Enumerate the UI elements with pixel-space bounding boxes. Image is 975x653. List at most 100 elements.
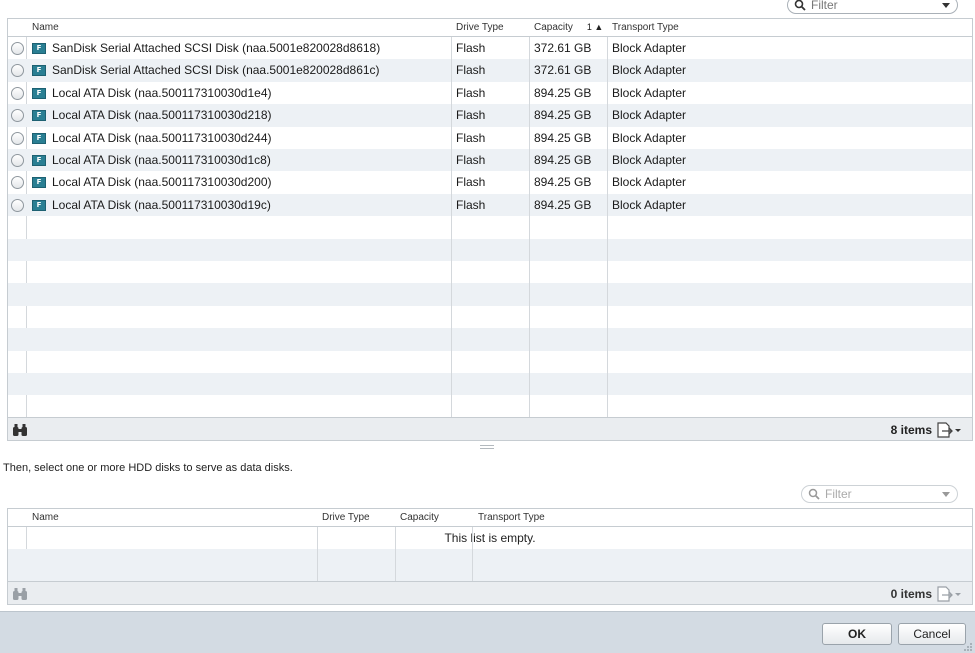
flash-filter-input[interactable]: Filter xyxy=(787,0,958,14)
table-row[interactable]: F SanDisk Serial Attached SCSI Disk (naa… xyxy=(8,59,972,82)
transport-type: Block Adapter xyxy=(612,63,687,78)
disk-name: Local ATA Disk (naa.500117310030d19c) xyxy=(52,197,271,212)
drive-type: Flash xyxy=(456,41,486,55)
table-row[interactable]: F Local ATA Disk (naa.500117310030d19c) … xyxy=(8,193,972,217)
table-row[interactable]: F Local ATA Disk (naa.500117310030d1e4) … xyxy=(8,82,972,104)
capacity: 894.25 GB xyxy=(534,197,592,212)
resize-grip-icon[interactable] xyxy=(963,641,973,651)
item-count: 8 items xyxy=(890,423,932,437)
hdd-instruction-text: Then, select one or more HDD disks to se… xyxy=(3,462,293,474)
filter-placeholder: Filter xyxy=(825,487,852,501)
drive-type: Flash xyxy=(456,175,486,190)
row-radio-button[interactable] xyxy=(11,86,24,100)
grid-footer: 8 items xyxy=(8,417,972,440)
row-radio-button[interactable] xyxy=(11,154,24,167)
ok-button[interactable]: OK xyxy=(822,623,892,645)
empty-list-message: This list is empty. xyxy=(444,531,536,545)
capacity: 894.25 GB xyxy=(534,175,592,190)
pane-splitter[interactable] xyxy=(480,445,494,449)
capacity: 894.25 GB xyxy=(534,130,592,145)
disk-name: Local ATA Disk (naa.500117310030d1e4) xyxy=(52,85,272,100)
table-row[interactable]: F Local ATA Disk (naa.500117310030d218) … xyxy=(8,104,972,127)
transport-type: Block Adapter xyxy=(612,85,687,100)
filter-placeholder: Filter xyxy=(811,0,838,12)
flash-disk-grid: Name Drive Type Capacity 1 ▲ Transport Ty… xyxy=(7,18,973,441)
flash-disk-icon: F xyxy=(32,65,46,77)
sort-ascending-indicator: 1 ▲ xyxy=(586,22,604,32)
binoculars-icon[interactable] xyxy=(12,587,28,601)
export-icon[interactable] xyxy=(936,422,962,438)
search-icon xyxy=(808,488,822,500)
column-header-transport-type[interactable]: Transport Type xyxy=(608,19,908,36)
flash-disk-icon: F xyxy=(32,177,46,189)
drive-type: Flash xyxy=(456,108,486,123)
empty-row xyxy=(8,283,972,306)
grid-footer: 0 items xyxy=(8,581,972,604)
flash-disk-icon: F xyxy=(32,43,46,54)
drive-type: Flash xyxy=(456,63,486,78)
column-header-drive-type[interactable]: Drive Type xyxy=(452,19,528,36)
capacity: 894.25 GB xyxy=(534,85,592,100)
binoculars-icon[interactable] xyxy=(12,423,28,437)
row-radio-button[interactable] xyxy=(11,42,24,55)
table-row[interactable]: F Local ATA Disk (naa.500117310030d200) … xyxy=(8,171,972,193)
drive-type: Flash xyxy=(456,153,486,167)
drive-type: Flash xyxy=(456,130,486,145)
disk-name: Local ATA Disk (naa.500117310030d218) xyxy=(52,108,272,123)
empty-row xyxy=(8,328,972,351)
transport-type: Block Adapter xyxy=(612,108,687,123)
flash-disk-icon: F xyxy=(32,155,46,166)
export-icon[interactable] xyxy=(936,586,962,602)
table-row[interactable]: F Local ATA Disk (naa.500117310030d244) … xyxy=(8,127,972,149)
chevron-down-icon[interactable] xyxy=(941,1,951,9)
transport-type: Block Adapter xyxy=(612,197,687,212)
table-row[interactable]: F SanDisk Serial Attached SCSI Disk (naa… xyxy=(8,37,972,59)
column-header-capacity[interactable]: Capacity xyxy=(396,509,472,526)
search-icon xyxy=(794,0,808,11)
row-radio-button[interactable] xyxy=(11,131,24,145)
empty-row xyxy=(8,306,972,328)
disk-name: Local ATA Disk (naa.500117310030d200) xyxy=(52,175,272,190)
capacity: 894.25 GB xyxy=(534,108,592,123)
row-radio-button[interactable] xyxy=(11,64,24,78)
column-header-name[interactable]: Name xyxy=(28,19,448,36)
capacity: 894.25 GB xyxy=(534,153,592,167)
hdd-disk-grid: Name Drive Type Capacity Transport Type … xyxy=(7,508,973,605)
transport-type: Block Adapter xyxy=(612,175,687,190)
flash-disk-icon: F xyxy=(32,110,46,122)
transport-type: Block Adapter xyxy=(612,41,687,55)
disk-name: Local ATA Disk (naa.500117310030d244) xyxy=(52,130,272,145)
capacity: 372.61 GB xyxy=(534,63,592,78)
column-header-transport-type[interactable]: Transport Type xyxy=(474,509,774,526)
column-header-drive-type[interactable]: Drive Type xyxy=(318,509,394,526)
empty-row xyxy=(8,261,972,283)
transport-type: Block Adapter xyxy=(612,130,687,145)
chevron-down-icon[interactable] xyxy=(941,490,951,498)
hdd-filter-input[interactable]: Filter xyxy=(801,485,958,503)
empty-row xyxy=(8,216,972,238)
empty-row xyxy=(8,549,972,581)
drive-type: Flash xyxy=(456,197,486,212)
empty-row xyxy=(8,238,972,261)
column-header-capacity[interactable]: Capacity 1 ▲ xyxy=(530,19,606,36)
disk-name: SanDisk Serial Attached SCSI Disk (naa.5… xyxy=(52,63,380,78)
row-radio-button[interactable] xyxy=(11,198,24,212)
column-header-name[interactable]: Name xyxy=(28,509,314,526)
drive-type: Flash xyxy=(456,85,486,100)
flash-disk-icon: F xyxy=(32,199,46,211)
flash-disk-icon: F xyxy=(32,132,46,144)
flash-disk-icon: F xyxy=(32,87,46,99)
row-radio-button[interactable] xyxy=(11,176,24,190)
table-row[interactable]: F Local ATA Disk (naa.500117310030d1c8) … xyxy=(8,149,972,172)
disk-name: SanDisk Serial Attached SCSI Disk (naa.5… xyxy=(52,41,381,55)
empty-row xyxy=(8,395,972,417)
transport-type: Block Adapter xyxy=(612,153,687,167)
dialog-footer: OK Cancel xyxy=(0,611,975,653)
cancel-button[interactable]: Cancel xyxy=(898,623,966,645)
item-count: 0 items xyxy=(890,587,932,601)
disk-name: Local ATA Disk (naa.500117310030d1c8) xyxy=(52,153,271,167)
grid-header: Name Drive Type Capacity Transport Type xyxy=(8,509,972,527)
empty-row: This list is empty. xyxy=(8,527,972,549)
row-radio-button[interactable] xyxy=(11,109,24,123)
grid-header: Name Drive Type Capacity 1 ▲ Transport Ty… xyxy=(8,19,972,37)
